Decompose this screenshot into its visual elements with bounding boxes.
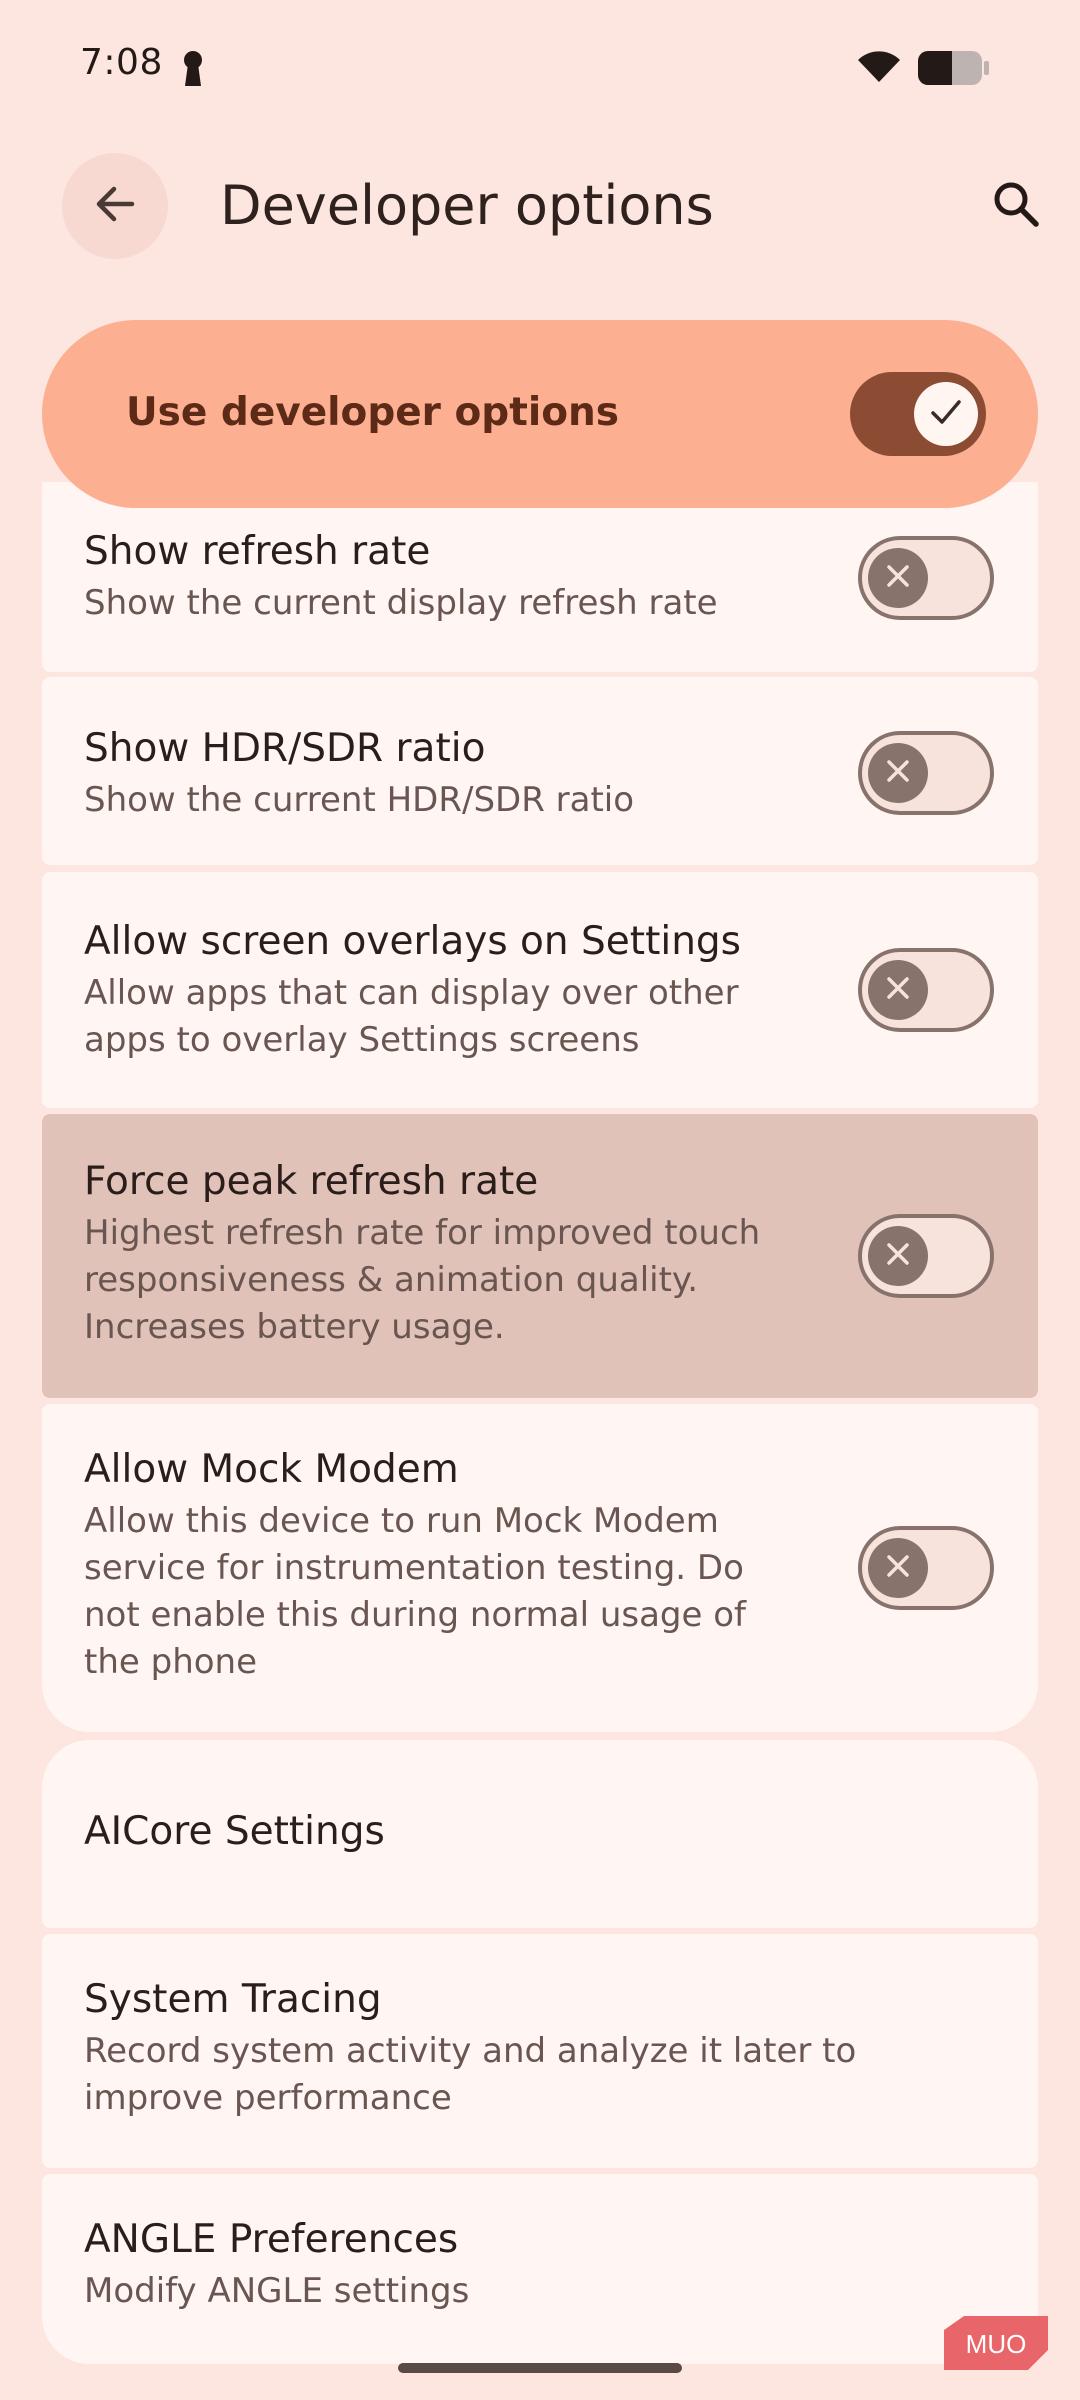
pref-title: Allow screen overlays on Settings	[84, 919, 741, 964]
pref-title: Force peak refresh rate	[84, 1159, 539, 1204]
close-icon	[885, 758, 911, 788]
pref-show-hdr-sdr-ratio[interactable]: Show HDR/SDR ratio Show the current HDR/…	[42, 677, 1038, 865]
back-arrow-icon	[92, 181, 138, 231]
pref-title: ANGLE Preferences	[84, 2217, 459, 2262]
pref-summary: Show the current display refresh rate	[84, 583, 718, 623]
battery-icon	[918, 51, 990, 89]
status-bar: 7:08	[0, 0, 1080, 130]
search-icon	[992, 180, 1040, 232]
pref-title: Show HDR/SDR ratio	[84, 726, 486, 771]
pref-summary: Highest refresh rate for improved touch …	[84, 1213, 761, 1347]
switch-thumb	[914, 382, 978, 446]
wifi-icon	[856, 48, 902, 88]
back-button[interactable]	[62, 153, 168, 259]
pref-title: Show refresh rate	[84, 529, 431, 574]
search-button[interactable]	[980, 170, 1052, 242]
force-peak-refresh-rate-switch[interactable]	[858, 1214, 994, 1298]
use-developer-options-card[interactable]: Use developer options	[42, 320, 1038, 508]
page-title: Developer options	[220, 174, 714, 237]
home-indicator[interactable]	[398, 2363, 682, 2373]
pref-summary: Record system activity and analyze it la…	[84, 2031, 857, 2118]
pref-title: System Tracing	[84, 1977, 382, 2022]
allow-screen-overlays-switch[interactable]	[858, 948, 994, 1032]
pref-system-tracing[interactable]: System Tracing Record system activity an…	[42, 1934, 1038, 2168]
pref-summary: Show the current HDR/SDR ratio	[84, 780, 635, 820]
keyhole-icon	[182, 50, 204, 90]
close-icon	[885, 1241, 911, 1271]
pref-allow-screen-overlays[interactable]: Allow screen overlays on Settings Allow …	[42, 872, 1038, 1108]
close-icon	[885, 975, 911, 1005]
show-hdr-sdr-ratio-switch[interactable]	[858, 731, 994, 815]
pref-force-peak-refresh-rate[interactable]: Force peak refresh rate Highest refresh …	[42, 1114, 1038, 1398]
pref-summary: Modify ANGLE settings	[84, 2271, 470, 2311]
use-developer-options-label: Use developer options	[126, 390, 619, 435]
pref-show-refresh-rate[interactable]: Show refresh rate Show the current displ…	[42, 482, 1038, 672]
pref-summary: Allow apps that can display over other a…	[84, 973, 739, 1060]
pref-aicore-settings[interactable]: AICore Settings	[42, 1740, 1038, 1928]
close-icon	[885, 1553, 911, 1583]
pref-allow-mock-modem[interactable]: Allow Mock Modem Allow this device to ru…	[42, 1404, 1038, 1732]
check-icon	[930, 398, 962, 430]
pref-title: Allow Mock Modem	[84, 1447, 459, 1492]
close-icon	[885, 563, 911, 593]
svg-text:MUO: MUO	[966, 2329, 1027, 2359]
show-refresh-rate-switch[interactable]	[858, 536, 994, 620]
use-developer-options-switch[interactable]	[850, 372, 986, 456]
top-app-bar: Developer options	[0, 140, 1080, 270]
pref-title: AICore Settings	[84, 1809, 385, 1854]
muo-watermark: MUO	[944, 2316, 1048, 2370]
pref-summary: Allow this device to run Mock Modem serv…	[84, 1501, 747, 1682]
pref-angle-preferences[interactable]: ANGLE Preferences Modify ANGLE settings	[42, 2174, 1038, 2364]
status-time: 7:08	[80, 42, 163, 83]
allow-mock-modem-switch[interactable]	[858, 1526, 994, 1610]
